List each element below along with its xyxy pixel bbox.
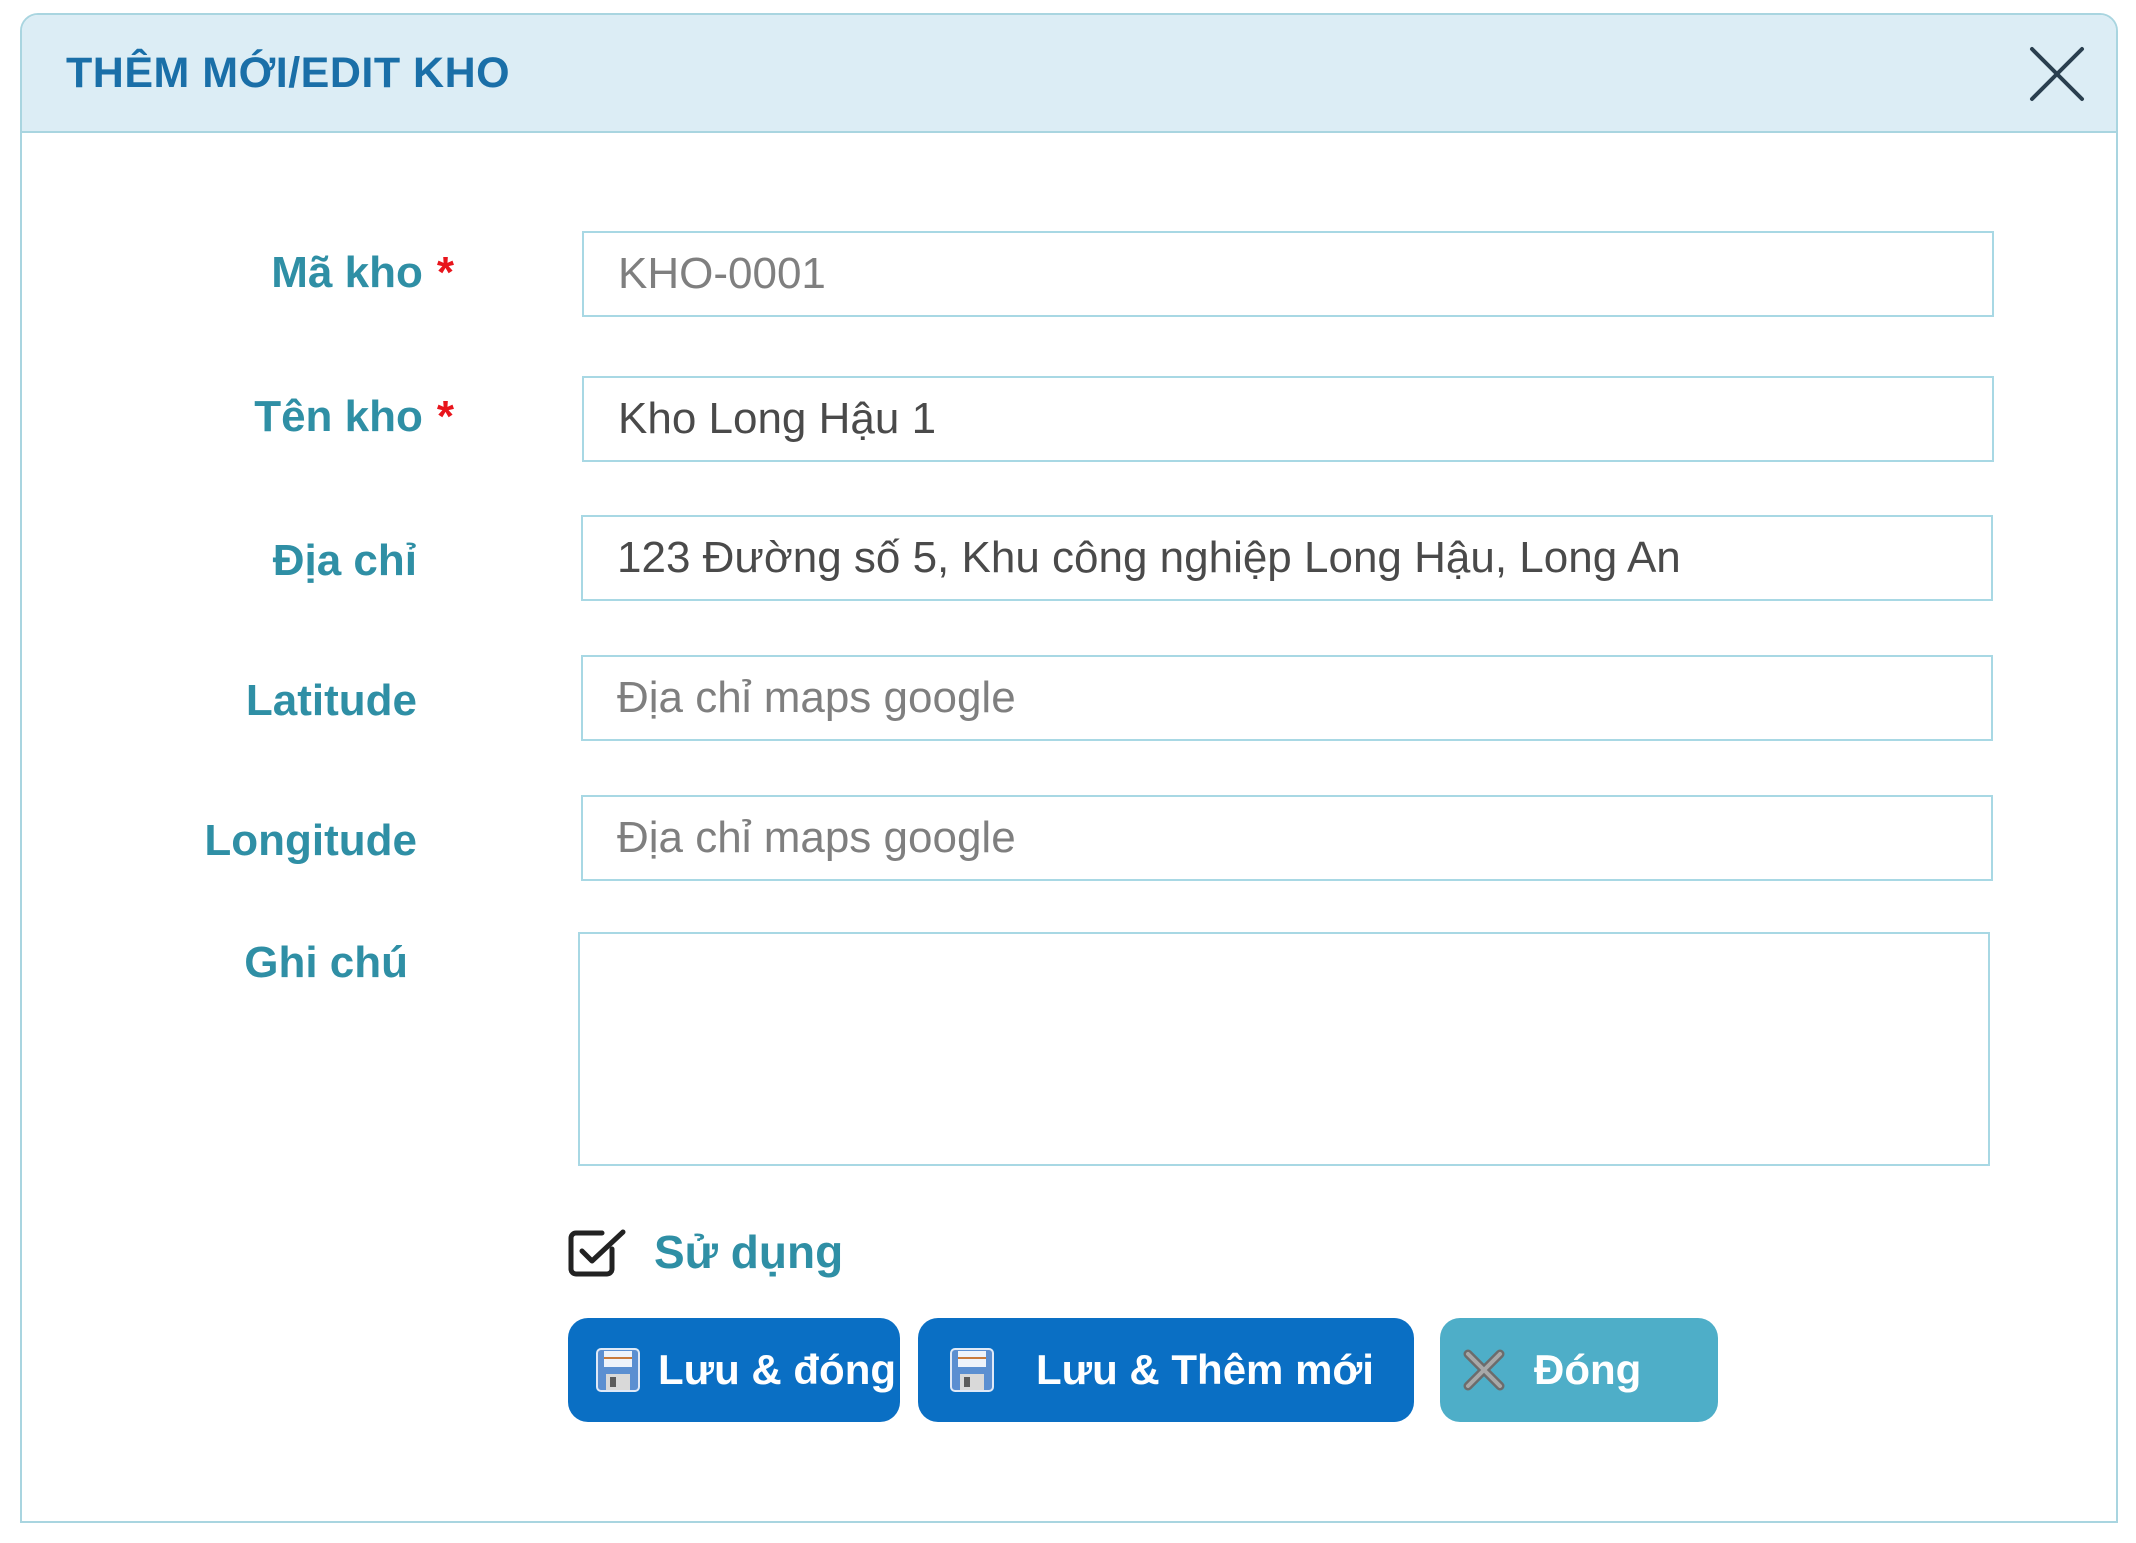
dialog-title: THÊM MỚI/EDIT KHO <box>66 49 511 97</box>
close-button-label: Đóng <box>1534 1346 1642 1393</box>
save-close-label: Lưu & đóng <box>658 1346 897 1393</box>
required-mark: * <box>436 248 454 297</box>
checkbox-checked-icon[interactable] <box>568 1227 628 1277</box>
save-new-label: Lưu & Thêm mới <box>1036 1346 1374 1393</box>
ghi-chu-label: Ghi chú <box>244 938 408 987</box>
dia-chi-label: Địa chỉ <box>272 536 417 585</box>
ma-kho-input[interactable] <box>582 231 1994 317</box>
longitude-label: Longitude <box>204 816 417 865</box>
close-icon[interactable] <box>2028 45 2086 103</box>
su-dung-label: Sử dụng <box>654 1226 844 1278</box>
longitude-input[interactable] <box>581 795 1993 881</box>
latitude-label: Latitude <box>245 676 417 725</box>
floppy-disk-icon <box>950 1348 994 1392</box>
dialog-header: THÊM MỚI/EDIT KHO <box>22 15 2116 133</box>
ten-kho-label: Tên kho * <box>254 392 454 442</box>
ten-kho-label-text: Tên kho <box>254 392 423 441</box>
ma-kho-label-text: Mã kho <box>271 248 423 297</box>
x-icon <box>1463 1349 1505 1391</box>
ten-kho-input[interactable] <box>582 376 1994 462</box>
ma-kho-label: Mã kho * <box>271 248 454 298</box>
close-button[interactable]: Đóng <box>1440 1318 1718 1422</box>
dia-chi-input[interactable] <box>581 515 1993 601</box>
save-close-button[interactable]: Lưu & đóng <box>568 1318 900 1422</box>
floppy-disk-icon <box>596 1348 640 1392</box>
ghi-chu-textarea[interactable] <box>578 932 1990 1166</box>
latitude-input[interactable] <box>581 655 1993 741</box>
save-new-button[interactable]: Lưu & Thêm mới <box>918 1318 1414 1422</box>
required-mark: * <box>436 392 454 441</box>
su-dung-checkbox[interactable]: Sử dụng <box>568 1222 843 1282</box>
